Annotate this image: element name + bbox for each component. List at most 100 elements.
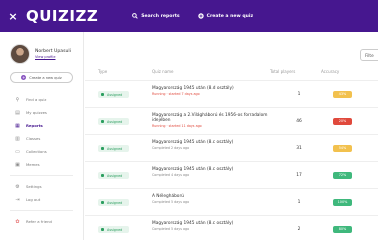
table-row[interactable]: Assigned A Nélegháború Completed 5 days … [85, 188, 378, 215]
search-icon [132, 13, 138, 19]
create-quiz-label: Create a new quiz [29, 75, 62, 80]
total-players: 46 [296, 119, 302, 124]
total-players: 1 [297, 200, 301, 205]
view-profile-link[interactable]: View profile [35, 55, 71, 59]
close-icon[interactable]: × [0, 10, 26, 23]
quiz-status: Completed 4 days ago [152, 173, 190, 178]
sidebar-item-reports[interactable]: ▦ Reports [0, 119, 83, 132]
table-header: Type Quiz name Total players Accuracy [85, 69, 378, 79]
gift-icon: ✿ [15, 218, 20, 225]
accuracy-badge: 80% [333, 226, 352, 233]
type-label: Assigned [107, 200, 123, 205]
table-row[interactable]: Assigned Magyarország 1945 után (8.c osz… [85, 215, 378, 242]
type-badge: Assigned [98, 145, 129, 152]
top-bar: × QUIZIZZ Search reports Create a new qu… [0, 0, 378, 32]
plus-icon: + [21, 75, 27, 80]
sidebar: Norbert Upasuli View profile + Create a … [0, 32, 84, 240]
quiz-name: Magyarország 1945 után (8.d osztály) [152, 86, 234, 91]
quizzes-icon: ▤ [15, 109, 20, 116]
assigned-icon [101, 228, 104, 231]
sidebar-item-label: Find a quiz [26, 97, 47, 102]
quiz-name: Magyarország 1945 után (8.c osztály) [152, 167, 234, 172]
sidebar-item-my-quizzes[interactable]: ▤ My quizzes [0, 106, 83, 119]
type-badge: Assigned [98, 199, 129, 206]
sidebar-item-label: Collections [26, 149, 47, 154]
quiz-name-cell[interactable]: Magyarország 1945 után (8.d osztály) Run… [152, 86, 277, 97]
assigned-icon [101, 147, 104, 150]
assigned-icon [101, 93, 104, 96]
type-label: Assigned [107, 173, 123, 178]
table-row[interactable]: Assigned Magyarország 1945 után (8.c osz… [85, 134, 378, 161]
create-quiz-button[interactable]: + Create a new quiz [10, 72, 73, 83]
sidebar-item-label: Memes [26, 162, 40, 167]
quiz-name-cell[interactable]: Magyarország 1945 után (8.c osztály) Com… [152, 221, 277, 232]
accuracy-badge: 72% [333, 172, 352, 179]
accuracy-badge: 100% [333, 199, 352, 206]
column-header-accuracy: Accuracy [321, 69, 340, 74]
sidebar-item-label: Reports [26, 123, 43, 128]
reports-table: Assigned Magyarország 1945 után (8.d osz… [85, 80, 378, 242]
user-name: Norbert Upasuli [35, 49, 71, 54]
sidebar-item-label: My quizzes [26, 110, 47, 115]
total-players: 17 [296, 173, 302, 178]
quiz-name: Magyarország 1945 után (8.c osztály) [152, 221, 234, 226]
search-icon: ⚲ [15, 96, 20, 103]
sidebar-item-memes[interactable]: ▣ Memes [0, 158, 83, 171]
quizizz-logo[interactable]: QUIZIZZ [26, 7, 98, 25]
divider [10, 210, 73, 211]
type-label: Assigned [107, 146, 123, 151]
logout-icon: ⇥ [15, 196, 20, 203]
assigned-icon [101, 174, 104, 177]
type-badge: Assigned [98, 226, 129, 233]
quiz-name: Magyarország 1945 után (8.c osztály) [152, 140, 234, 145]
type-label: Assigned [107, 92, 123, 97]
sidebar-item-label: Classes [26, 136, 41, 141]
quiz-name-cell[interactable]: Magyarország a 2.Világháború és 1956-os … [152, 113, 277, 130]
assigned-icon [101, 201, 104, 204]
type-badge: Assigned [98, 91, 129, 98]
quiz-name-cell[interactable]: A Nélegháború Completed 5 days ago [152, 194, 277, 205]
reports-main: Filte Type Quiz name Total players Accur… [85, 32, 378, 240]
sidebar-nav: ⚲ Find a quiz ▤ My quizzes ▦ Reports ▥ C… [0, 93, 83, 228]
sidebar-item-settings[interactable]: ⚙ Settings [0, 180, 83, 193]
column-header-total-players: Total players [270, 69, 296, 74]
gear-icon: ⚙ [15, 183, 20, 190]
quiz-name-cell[interactable]: Magyarország 1945 után (8.c osztály) Com… [152, 167, 277, 178]
divider [10, 175, 73, 176]
table-row[interactable]: Assigned Magyarország 1945 után (8.d osz… [85, 80, 378, 107]
sidebar-item-classes[interactable]: ▥ Classes [0, 132, 83, 145]
sidebar-item-label: Refer a friend [26, 219, 52, 224]
quiz-status: Completed 2 days ago [152, 146, 190, 151]
quiz-status: Running · started 7 days ago [152, 92, 200, 97]
create-quiz-top-label: Create a new quiz [206, 13, 254, 19]
sidebar-item-find-quiz[interactable]: ⚲ Find a quiz [0, 93, 83, 106]
create-quiz-top-button[interactable]: Create a new quiz [197, 13, 254, 19]
quiz-status: Completed 5 days ago [152, 200, 190, 205]
type-label: Assigned [107, 119, 123, 124]
sidebar-item-label: Log out [26, 197, 41, 202]
quiz-name: Magyarország a 2.Világháború és 1956-os … [152, 113, 268, 124]
quiz-status: Running · started 11 days ago [152, 124, 202, 129]
reports-icon: ▦ [15, 122, 20, 129]
accuracy-badge: 54% [333, 145, 352, 152]
search-reports-button[interactable]: Search reports [132, 13, 180, 19]
assigned-icon [101, 120, 104, 123]
table-row[interactable]: Assigned Magyarország a 2.Világháború és… [85, 107, 378, 134]
plus-circle-icon [197, 13, 204, 19]
quiz-name-cell[interactable]: Magyarország 1945 után (8.c osztály) Com… [152, 140, 277, 151]
avatar[interactable] [10, 44, 30, 64]
sidebar-item-collections[interactable]: ▭ Collections [0, 145, 83, 158]
total-players: 1 [297, 92, 301, 97]
type-badge: Assigned [98, 172, 129, 179]
user-profile: Norbert Upasuli View profile [0, 32, 83, 64]
sidebar-item-refer-friend[interactable]: ✿ Refer a friend [0, 215, 83, 228]
quiz-status: Completed 5 days ago [152, 227, 190, 232]
filter-button[interactable]: Filte [360, 49, 378, 61]
sidebar-item-logout[interactable]: ⇥ Log out [0, 193, 83, 206]
sidebar-item-label: Settings [26, 184, 42, 189]
classes-icon: ▥ [15, 135, 20, 142]
accuracy-badge: 43% [333, 91, 352, 98]
table-row[interactable]: Assigned Magyarország 1945 után (8.c osz… [85, 161, 378, 188]
quiz-name: A Nélegháború [152, 194, 184, 199]
type-badge: Assigned [98, 118, 129, 125]
